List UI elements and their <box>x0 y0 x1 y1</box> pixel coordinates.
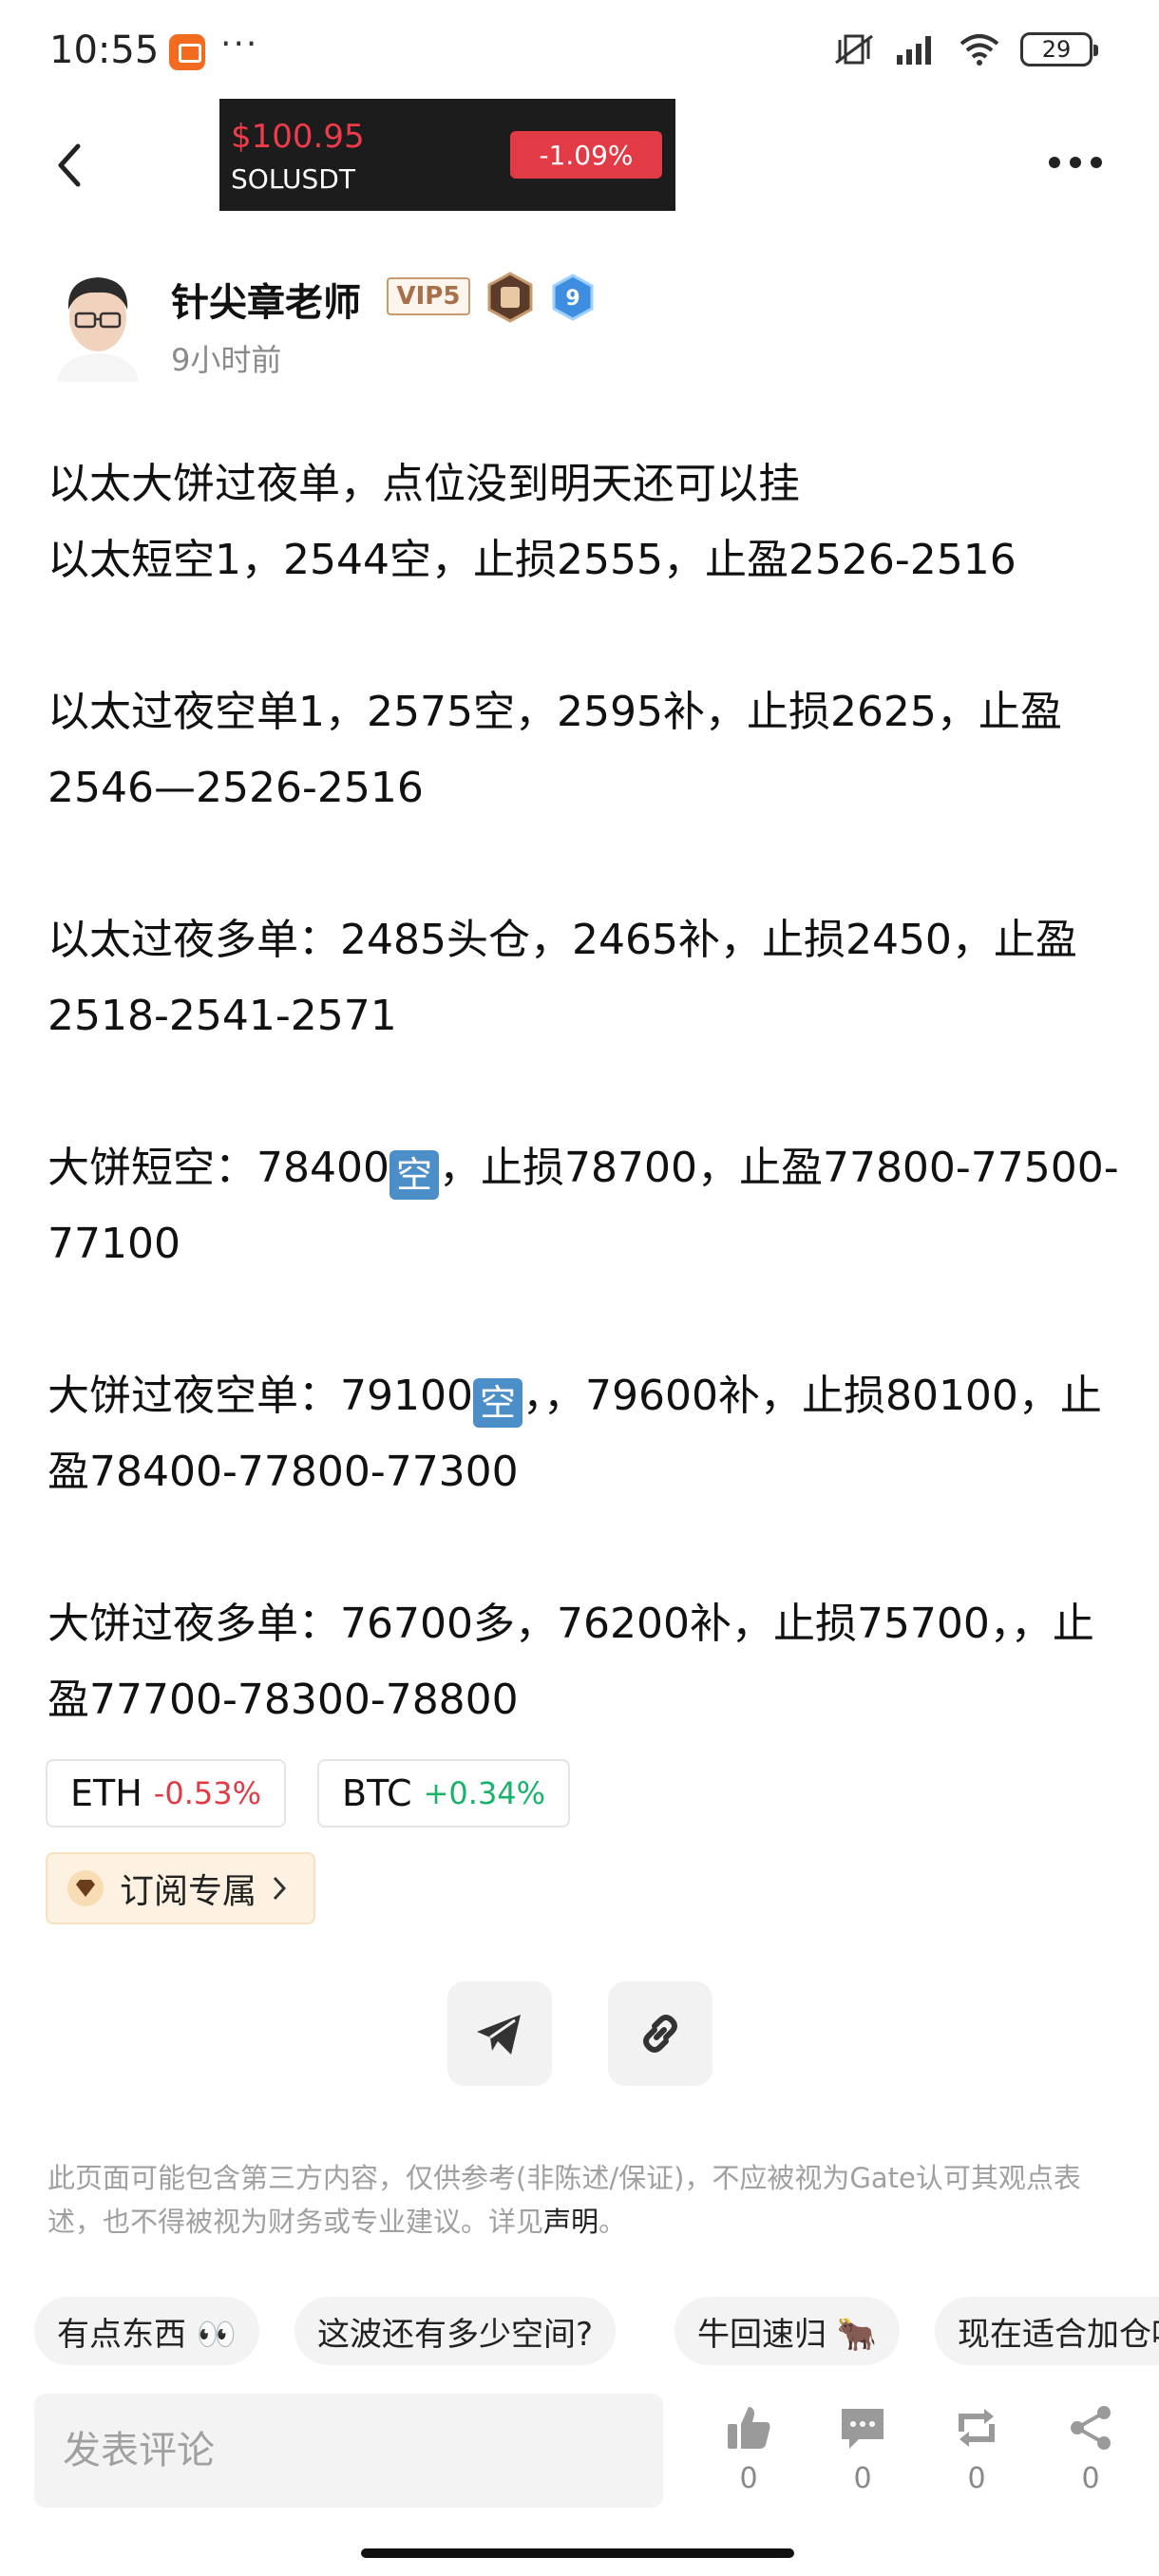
post-time: 9小时前 <box>171 342 282 378</box>
repost-count: 0 <box>967 2462 986 2495</box>
status-time: 10:55 <box>49 28 160 72</box>
comment-icon <box>842 2409 884 2449</box>
post-line: 以太过夜空单1，2575空，2595补，止损2625，止盈2546—2526-2… <box>48 688 1062 812</box>
comment-input[interactable] <box>34 2394 663 2508</box>
share-count: 0 <box>1081 2462 1100 2495</box>
price-ticker[interactable]: $100.95 SOLUSDT -1.09% <box>219 99 675 211</box>
more-options-icon[interactable] <box>1049 148 1119 177</box>
ticker-price: $100.95 <box>231 118 365 156</box>
short-emoji-icon: 空 <box>389 1150 439 1200</box>
short-prefix: 大饼短空：78400 <box>48 1144 390 1192</box>
post-line: 以太大饼过夜单，点位没到明天还可以挂 <box>48 460 800 508</box>
overnight-short-prefix: 大饼过夜空单：79100 <box>48 1372 473 1420</box>
post-line-short: 大饼短空：78400 空，止损78700，止盈77800-77500-77100 <box>48 1130 1121 1282</box>
author-avatar[interactable] <box>48 268 148 382</box>
mute-vibrate-icon <box>835 34 873 65</box>
coin-tag-eth[interactable]: ETH -0.53% <box>46 1759 286 1828</box>
repost-button[interactable]: 0 <box>939 2403 1015 2508</box>
status-bar: 10:55 ··· 29 <box>0 0 1159 104</box>
post-line: 以太过夜多单：2485头仓，2465补，止损2450，止盈2518-2541-2… <box>48 916 1077 1040</box>
link-icon <box>643 2015 677 2053</box>
diamond-icon <box>67 1870 104 1906</box>
suggestion-chip[interactable]: 有点东西 👀 <box>34 2297 260 2365</box>
post-content: 以太大饼过夜单，点位没到明天还可以挂 以太短空1，2544空，止损2555，止盈… <box>48 446 1121 1738</box>
coin-tag-change: -0.53% <box>153 1775 261 1811</box>
post-line-overnight-short: 大饼过夜空单：79100 空，，79600补，止损80100，止盈78400-77… <box>48 1358 1121 1510</box>
back-arrow-icon[interactable] <box>48 139 95 192</box>
status-more-indicator: ··· <box>220 25 259 64</box>
level-number: 9 <box>565 287 580 311</box>
ticker-symbol: SOLUSDT <box>231 163 355 195</box>
thumbs-up-icon <box>728 2407 770 2449</box>
chevron-right-icon <box>273 1876 287 1901</box>
comment-button[interactable]: 0 <box>825 2403 901 2508</box>
like-button[interactable]: 0 <box>711 2403 787 2508</box>
ticker-change-badge: -1.09% <box>510 131 662 179</box>
level-badge-icon: 9 <box>552 274 594 321</box>
repost-icon <box>959 2409 995 2447</box>
post-line <box>48 1510 1121 1586</box>
coin-tag-name: BTC <box>342 1772 412 1814</box>
post-line <box>48 1054 1121 1130</box>
telegram-share-button[interactable] <box>447 1981 552 2086</box>
coin-tag-name: ETH <box>70 1772 142 1814</box>
home-indicator[interactable] <box>361 2548 794 2558</box>
subscribe-label: 订阅专属 <box>120 1872 257 1911</box>
post-line <box>48 598 1121 674</box>
coin-tag-btc[interactable]: BTC +0.34% <box>317 1759 571 1828</box>
coin-tag-change: +0.34% <box>423 1775 546 1811</box>
post-line <box>48 1282 1121 1358</box>
post-line: 以太短空1，2544空，止损2555，止盈2526-2516 <box>48 536 1016 584</box>
post-line: 大饼过夜多单：76700多，76200补，止损75700，，止盈77700-78… <box>48 1600 1094 1724</box>
share-icon <box>1071 2406 1111 2450</box>
app-notification-icon <box>169 34 205 70</box>
battery-icon: 29 <box>1020 32 1098 66</box>
send-icon <box>477 2015 521 2055</box>
suggestion-chip[interactable]: 牛回速归 🐂 <box>674 2297 901 2365</box>
share-button[interactable]: 0 <box>1053 2403 1129 2508</box>
like-count: 0 <box>739 2462 758 2495</box>
suggestion-chips: 有点东西 👀 这波还有多少空间? 牛回速归 🐂 现在适合加仓吗 <box>34 2297 1159 2367</box>
disclaimer-end: 。 <box>598 2206 627 2238</box>
copy-link-button[interactable] <box>608 1981 712 2086</box>
comment-count: 0 <box>853 2462 872 2495</box>
wifi-icon <box>960 34 999 66</box>
overnight-short-emoji-icon: 空 <box>472 1378 522 1428</box>
suggestion-chip[interactable]: 这波还有多少空间? <box>294 2297 617 2365</box>
signal-icon <box>897 36 931 65</box>
subscribe-exclusive-button[interactable]: 订阅专属 <box>46 1852 315 1924</box>
medal-icon <box>487 272 533 323</box>
suggestion-chip[interactable]: 现在适合加仓吗 <box>935 2297 1159 2365</box>
disclaimer-link[interactable]: 声明 <box>543 2206 598 2238</box>
author-name[interactable]: 针尖章老师 <box>171 272 361 327</box>
vip-badge: VIP5 <box>387 277 470 315</box>
disclaimer: 此页面可能包含第三方内容，仅供参考(非陈述/保证)，不应被视为Gate认可其观点… <box>48 2156 1112 2244</box>
post-line <box>48 826 1121 902</box>
